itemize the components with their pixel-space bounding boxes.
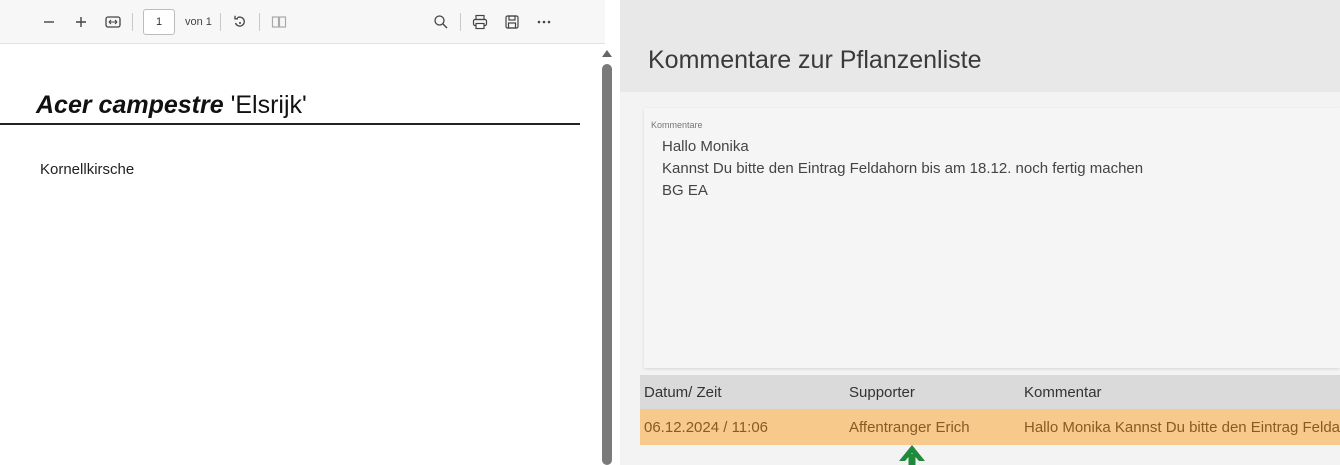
green-arrow-icon [899, 445, 925, 465]
page-view-icon [271, 15, 287, 28]
minus-icon [44, 20, 54, 23]
column-header-supporter[interactable]: Supporter [849, 384, 1024, 401]
pdf-viewer: von 1 Acer campestre 'Elsrijk' Kornellki… [0, 0, 620, 465]
zoom-in-button[interactable] [70, 11, 92, 33]
pdf-scrollbar-thumb[interactable] [602, 64, 612, 465]
toolbar-divider [219, 12, 221, 31]
comments-title: Kommentare zur Pflanzenliste [648, 46, 982, 74]
plus-icon [76, 16, 86, 27]
rotate-button[interactable] [229, 11, 251, 33]
document-title: Acer campestre 'Elsrijk' [36, 91, 307, 120]
scroll-up-arrow-icon[interactable] [602, 50, 612, 57]
comments-field-label: Kommentare [651, 120, 703, 130]
title-divider [0, 123, 580, 125]
print-button[interactable] [469, 11, 491, 33]
fit-width-icon [105, 15, 121, 28]
page-view-button[interactable] [268, 11, 290, 33]
search-icon [434, 14, 448, 28]
zoom-out-button[interactable] [38, 11, 60, 33]
cell-comment: Hallo Monika Kannst Du bitte den Eintrag… [1024, 418, 1340, 436]
column-header-datetime[interactable]: Datum/ Zeit [640, 384, 849, 401]
rotate-icon [234, 15, 245, 27]
column-header-comment[interactable]: Kommentar [1024, 384, 1340, 401]
page-number-input[interactable] [143, 8, 175, 35]
cell-datetime: 06.12.2024 / 11:06 [644, 418, 768, 436]
comments-field[interactable]: Kommentare Hallo Monika Kannst Du bitte … [644, 108, 1340, 368]
comments-table: Datum/ Zeit Supporter Kommentar 06.12.20… [640, 375, 1340, 445]
toolbar-divider [459, 12, 461, 31]
toolbar-divider [132, 12, 133, 31]
document-body-text: Kornellkirsche [40, 161, 135, 178]
table-header: Datum/ Zeit Supporter Kommentar [640, 375, 1340, 409]
title-species: Acer campestre [36, 91, 224, 119]
more-icon [537, 20, 551, 23]
more-options-button[interactable] [533, 11, 555, 33]
pdf-toolbar: von 1 [0, 0, 605, 44]
save-icon [505, 14, 519, 29]
cell-supporter: Affentranger Erich [849, 418, 970, 436]
comments-field-text[interactable]: Hallo Monika Kannst Du bitte den Eintrag… [662, 136, 1143, 202]
comments-header: Kommentare zur Pflanzenliste [620, 0, 1340, 92]
fit-width-button[interactable] [102, 11, 124, 33]
toolbar-divider [258, 12, 260, 31]
print-icon [472, 14, 488, 29]
save-button[interactable] [501, 11, 523, 33]
title-cultivar: 'Elsrijk' [223, 91, 307, 119]
table-row[interactable]: 06.12.2024 / 11:06 Affentranger Erich Ha… [640, 409, 1340, 445]
pdf-page: Acer campestre 'Elsrijk' Kornellkirsche [0, 45, 595, 465]
page-count-label: von 1 [185, 15, 212, 28]
search-button[interactable] [430, 11, 452, 33]
comments-panel: Kommentare zur Pflanzenliste Kommentare … [620, 0, 1340, 465]
